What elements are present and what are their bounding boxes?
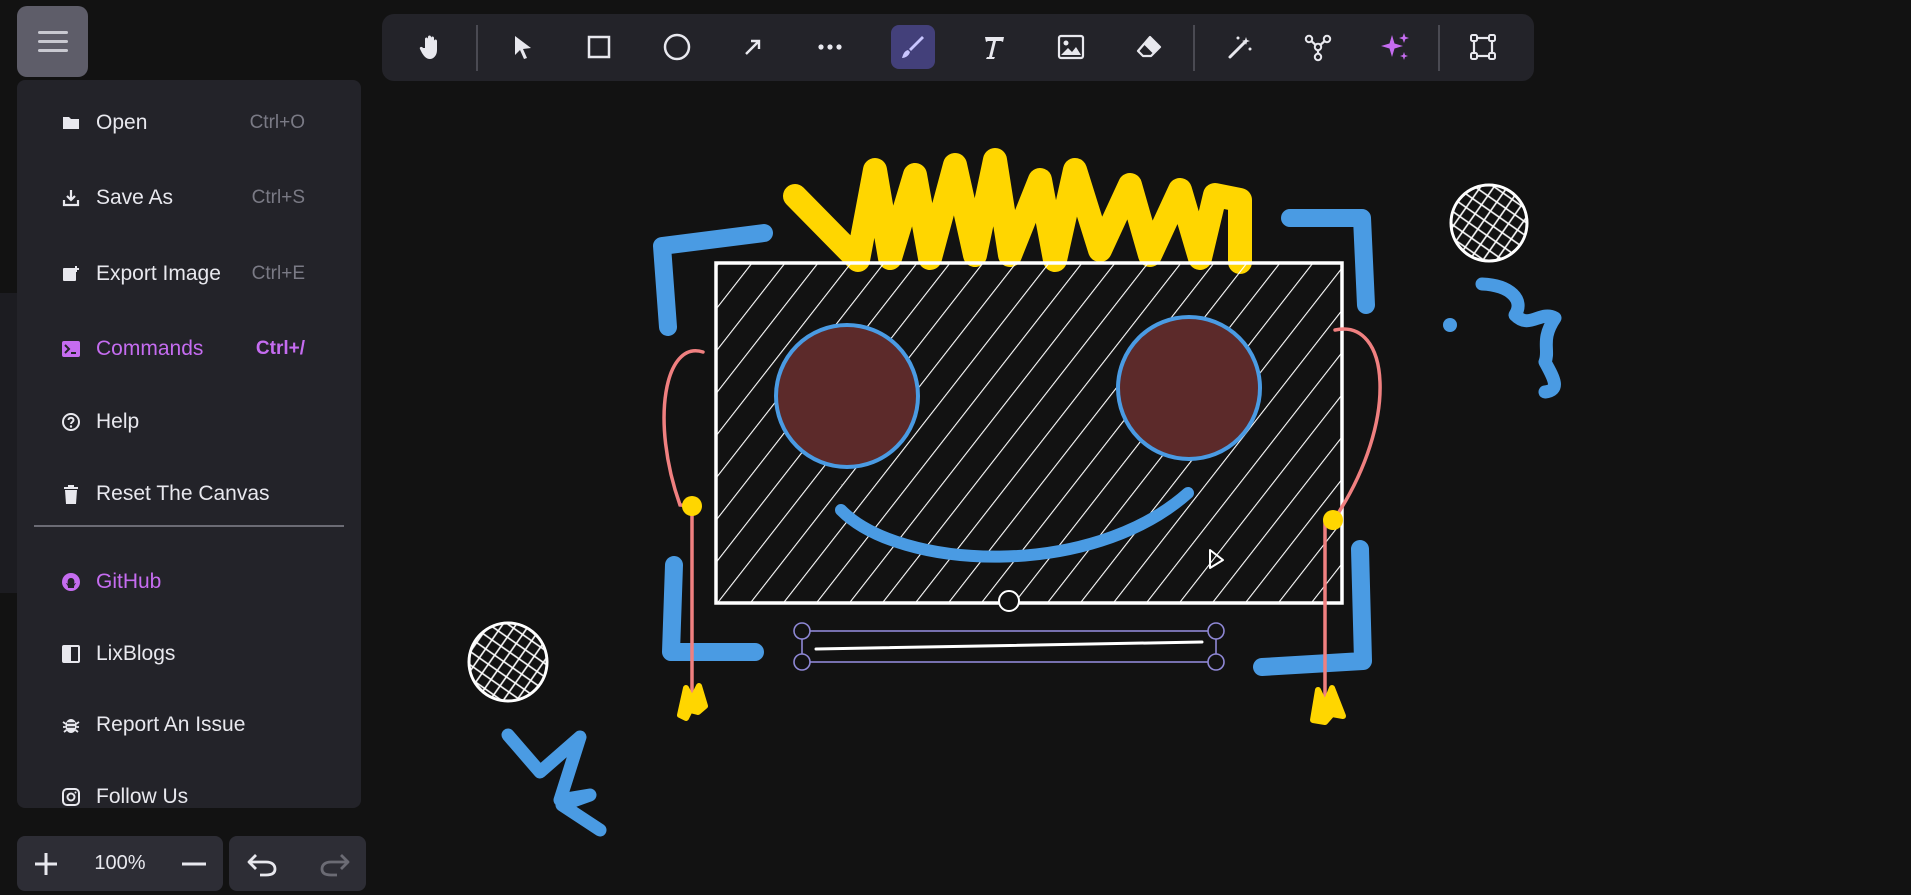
menu-link-report-issue[interactable]: Report An Issue bbox=[17, 699, 361, 751]
frame-icon bbox=[1470, 34, 1496, 60]
export-image-icon bbox=[61, 264, 81, 284]
hamburger-icon bbox=[37, 30, 68, 52]
select-tool-button[interactable] bbox=[501, 25, 545, 69]
brush-icon bbox=[902, 36, 924, 58]
zoom-level-display[interactable]: 100% bbox=[87, 852, 153, 875]
zoom-controls: 100% bbox=[17, 836, 223, 891]
hand-tool-button[interactable] bbox=[409, 25, 453, 69]
eraser-tool-button[interactable] bbox=[1127, 25, 1171, 69]
text-tool-button[interactable] bbox=[971, 25, 1015, 69]
menu-item-shortcut: Ctrl+S bbox=[251, 187, 305, 208]
terminal-icon bbox=[61, 339, 81, 359]
right-eye-shape[interactable] bbox=[1116, 315, 1262, 461]
circle-tool-button[interactable] bbox=[655, 25, 699, 69]
toolbar-separator bbox=[1193, 25, 1195, 71]
menu-item-shortcut: Ctrl+/ bbox=[255, 338, 305, 359]
redo-button[interactable] bbox=[313, 842, 357, 886]
menu-item-label: Export Image bbox=[96, 262, 221, 285]
history-controls bbox=[229, 836, 366, 891]
toolbar-separator bbox=[476, 25, 478, 71]
toolbar-separator bbox=[1438, 25, 1440, 71]
frame-tool-button[interactable] bbox=[1461, 25, 1505, 69]
minus-icon bbox=[182, 862, 206, 866]
right-joint-dot[interactable] bbox=[1323, 510, 1343, 530]
menu-divider bbox=[34, 525, 344, 527]
menu-item-label: Help bbox=[96, 410, 140, 433]
resize-handle-se[interactable] bbox=[1207, 653, 1225, 671]
yellow-scribble-shape[interactable] bbox=[783, 148, 1252, 274]
menu-item-label: Report An Issue bbox=[96, 713, 246, 736]
undo-icon bbox=[247, 854, 277, 877]
image-icon bbox=[1057, 34, 1085, 60]
app-root: Open Ctrl+O Save As Ctrl+S Export Image … bbox=[0, 0, 1911, 895]
bug-icon bbox=[61, 715, 81, 735]
image-tool-button[interactable] bbox=[1049, 25, 1093, 69]
menu-item-label: Save As bbox=[96, 186, 174, 209]
menu-item-label: Reset The Canvas bbox=[96, 482, 270, 505]
menu-link-follow-us[interactable]: Follow Us bbox=[17, 771, 361, 808]
undo-button[interactable] bbox=[240, 842, 284, 886]
book-icon bbox=[61, 644, 81, 664]
more-tool-button[interactable] bbox=[808, 25, 852, 69]
right-hand-shape[interactable] bbox=[1310, 685, 1346, 725]
arrow-tool-button[interactable] bbox=[731, 25, 775, 69]
menu-item-label: Follow Us bbox=[96, 785, 189, 808]
menu-item-shortcut: Ctrl+E bbox=[251, 263, 305, 284]
eraser-icon bbox=[1136, 35, 1162, 58]
blue-dot-shape[interactable] bbox=[1443, 318, 1457, 332]
circle-icon bbox=[663, 33, 691, 61]
dots-icon bbox=[818, 44, 842, 50]
menu-item-shortcut: Ctrl+O bbox=[249, 112, 305, 133]
resize-handle-ne[interactable] bbox=[1207, 622, 1225, 640]
menu-item-reset-canvas[interactable]: Reset The Canvas bbox=[17, 468, 361, 520]
download-icon bbox=[61, 188, 81, 208]
resize-handle-nw[interactable] bbox=[793, 622, 811, 640]
left-eye-shape[interactable] bbox=[774, 323, 920, 469]
blue-squiggle-top-right[interactable] bbox=[1475, 277, 1562, 399]
rectangle-tool-button[interactable] bbox=[577, 25, 621, 69]
main-toolbar bbox=[382, 14, 1534, 81]
hand-icon bbox=[419, 35, 437, 59]
graph-tool-button[interactable] bbox=[1296, 25, 1340, 69]
menu-toggle-button[interactable] bbox=[17, 6, 88, 77]
menu-link-github[interactable]: GitHub bbox=[17, 556, 361, 608]
menu-item-help[interactable]: Help bbox=[17, 396, 361, 448]
trash-icon bbox=[61, 484, 81, 504]
instagram-icon bbox=[61, 787, 81, 807]
grid-circle-bottom-left[interactable] bbox=[467, 621, 549, 703]
magic-wand-tool-button[interactable] bbox=[1218, 25, 1262, 69]
redo-icon bbox=[320, 854, 350, 877]
plus-icon bbox=[35, 853, 57, 875]
text-t-icon bbox=[985, 37, 1004, 59]
grid-circle-top-right[interactable] bbox=[1449, 183, 1529, 263]
menu-item-export-image[interactable]: Export Image Ctrl+E bbox=[17, 248, 361, 300]
ai-tool-button[interactable] bbox=[1373, 25, 1417, 69]
arrow-icon bbox=[745, 39, 761, 55]
menu-item-label: Open bbox=[96, 111, 148, 134]
selected-line-element[interactable] bbox=[793, 622, 1225, 671]
freehand-tool-button[interactable] bbox=[891, 25, 935, 69]
help-circle-icon bbox=[61, 412, 81, 432]
menu-link-lixblogs[interactable]: LixBlogs bbox=[17, 628, 361, 680]
square-icon bbox=[587, 35, 611, 59]
resize-handle-sw[interactable] bbox=[793, 653, 811, 671]
magic-wand-icon bbox=[1228, 36, 1252, 59]
menu-item-label: LixBlogs bbox=[96, 642, 176, 665]
folder-open-icon bbox=[61, 113, 81, 133]
graph-nodes-icon bbox=[1304, 34, 1332, 62]
blue-squiggle-bottom-left[interactable] bbox=[501, 728, 607, 837]
main-menu-panel: Open Ctrl+O Save As Ctrl+S Export Image … bbox=[17, 80, 361, 808]
cursor-arrow-icon bbox=[515, 36, 531, 59]
menu-item-commands[interactable]: Commands Ctrl+/ bbox=[17, 323, 361, 375]
menu-item-open[interactable]: Open Ctrl+O bbox=[17, 97, 361, 149]
menu-item-save-as[interactable]: Save As Ctrl+S bbox=[17, 172, 361, 224]
zoom-out-button[interactable] bbox=[172, 842, 216, 886]
rotate-handle[interactable] bbox=[998, 590, 1020, 612]
zoom-in-button[interactable] bbox=[24, 842, 68, 886]
sparkle-icon bbox=[1381, 33, 1409, 60]
left-joint-dot[interactable] bbox=[682, 496, 702, 516]
menu-item-label: GitHub bbox=[96, 570, 162, 593]
menu-item-label: Commands bbox=[96, 337, 204, 360]
github-icon bbox=[61, 572, 81, 592]
